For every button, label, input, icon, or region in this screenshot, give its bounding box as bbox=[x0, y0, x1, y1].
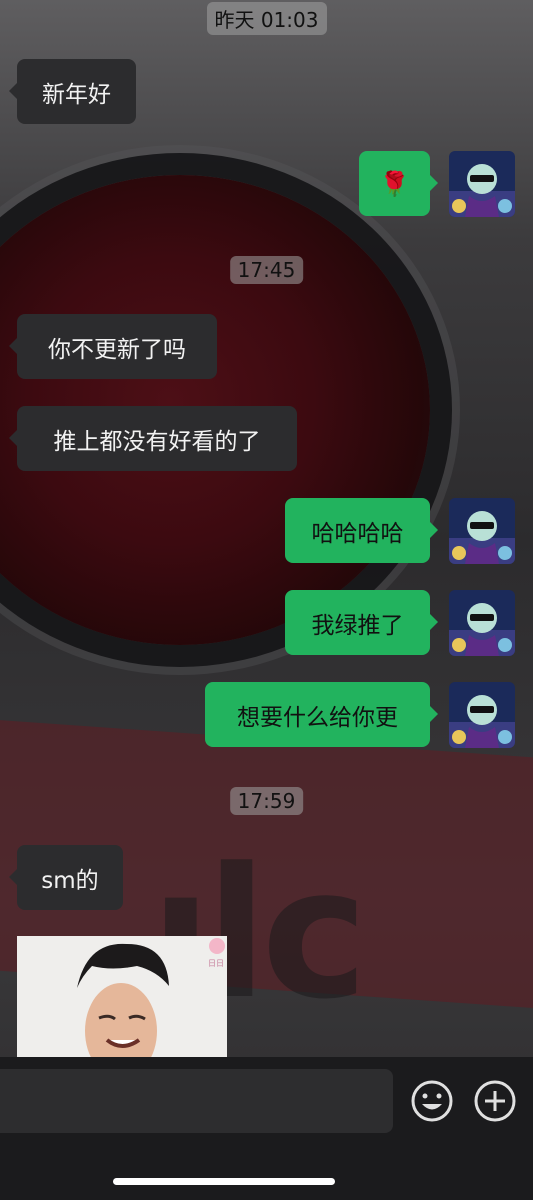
message-bubble-incoming[interactable]: sm的 bbox=[9, 845, 123, 910]
image-message[interactable]: 日日 bbox=[17, 936, 227, 1060]
avatar[interactable] bbox=[449, 498, 515, 564]
timestamp: 昨天 01:03 bbox=[206, 2, 327, 35]
avatar[interactable] bbox=[449, 682, 515, 748]
message-bubble-outgoing[interactable]: 想要什么给你更 bbox=[205, 682, 438, 747]
home-indicator[interactable] bbox=[113, 1178, 335, 1185]
timestamp: 17:59 bbox=[229, 787, 304, 815]
emoji-icon[interactable] bbox=[410, 1079, 454, 1123]
sticker-text: 日日 bbox=[208, 959, 224, 968]
input-bar bbox=[0, 1057, 533, 1200]
message-bubble-outgoing[interactable]: 我绿推了 bbox=[285, 590, 438, 655]
message-bubble-incoming[interactable]: 新年好 bbox=[9, 59, 136, 124]
message-bubble-outgoing[interactable]: 🌹 bbox=[359, 151, 438, 216]
rose-emoji-icon: 🌹 bbox=[379, 169, 410, 198]
message-bubble-outgoing[interactable]: 哈哈哈哈 bbox=[285, 498, 438, 563]
message-bubble-incoming[interactable]: 你不更新了吗 bbox=[9, 314, 217, 379]
message-input[interactable] bbox=[0, 1069, 393, 1133]
avatar[interactable] bbox=[449, 590, 515, 656]
message-bubble-incoming[interactable]: 推上都没有好看的了 bbox=[9, 406, 297, 471]
plus-icon[interactable] bbox=[473, 1079, 517, 1123]
timestamp: 17:45 bbox=[229, 256, 304, 284]
avatar[interactable] bbox=[449, 151, 515, 217]
